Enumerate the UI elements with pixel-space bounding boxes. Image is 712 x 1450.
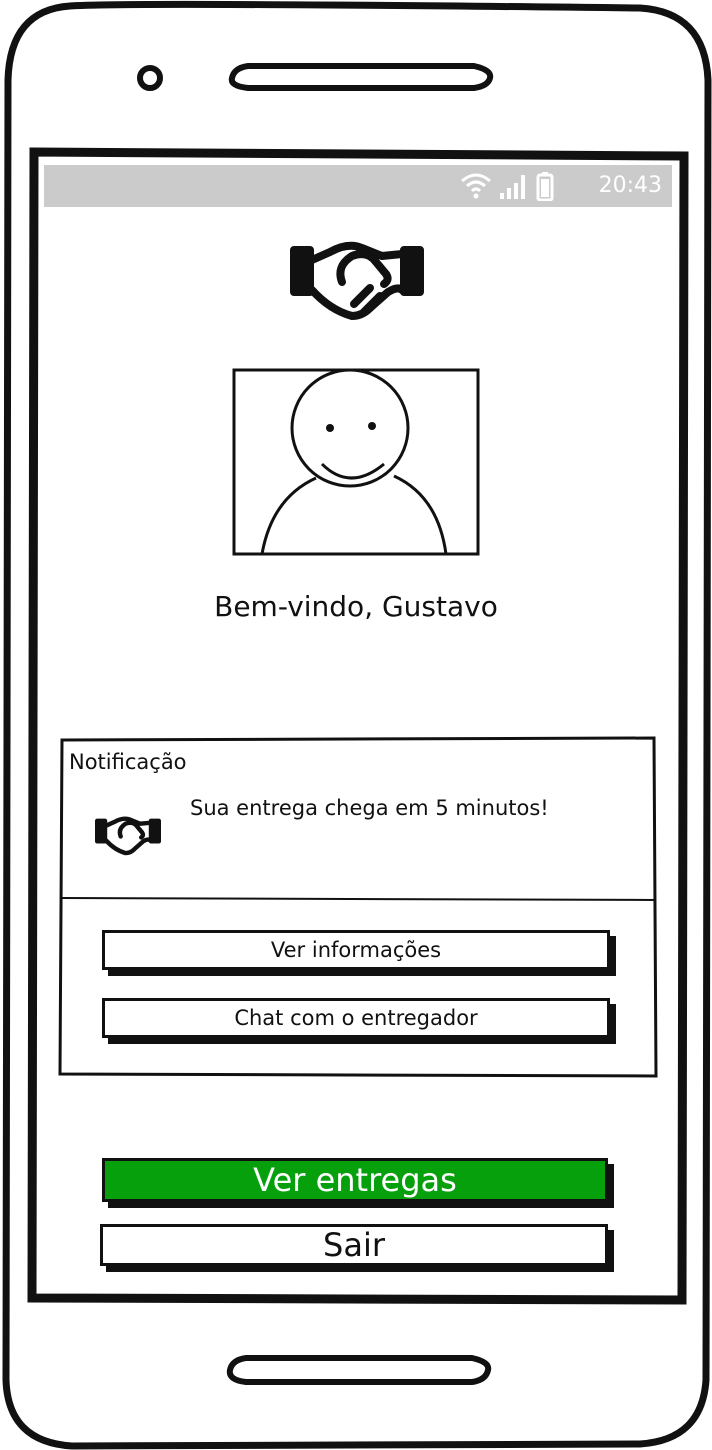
- status-icons: [461, 172, 554, 201]
- view-info-label: Ver informações: [270, 938, 442, 962]
- profile-picture: [232, 368, 480, 556]
- view-deliveries-label: Ver entregas: [253, 1161, 457, 1199]
- handshake-icon: [94, 816, 161, 856]
- status-bar: 20:43: [44, 165, 672, 207]
- notification-title: Notificação: [69, 750, 187, 774]
- wifi-icon: [461, 173, 491, 193]
- chat-courier-button[interactable]: Chat com o entregador: [102, 998, 610, 1038]
- logout-label: Sair: [323, 1226, 385, 1264]
- notification-message: Sua entrega chega em 5 minutos!: [190, 796, 549, 820]
- chat-courier-label: Chat com o entregador: [234, 1006, 478, 1030]
- status-time: 20:43: [598, 173, 662, 198]
- avatar: [232, 368, 480, 556]
- handshake-icon: [290, 241, 424, 320]
- view-info-button[interactable]: Ver informações: [102, 930, 610, 970]
- view-deliveries-button[interactable]: Ver entregas: [102, 1158, 608, 1202]
- signal-icon: [500, 175, 525, 199]
- battery-icon: [536, 172, 554, 201]
- logout-button[interactable]: Sair: [100, 1224, 608, 1266]
- welcome-text: Bem-vindo, Gustavo: [214, 590, 498, 623]
